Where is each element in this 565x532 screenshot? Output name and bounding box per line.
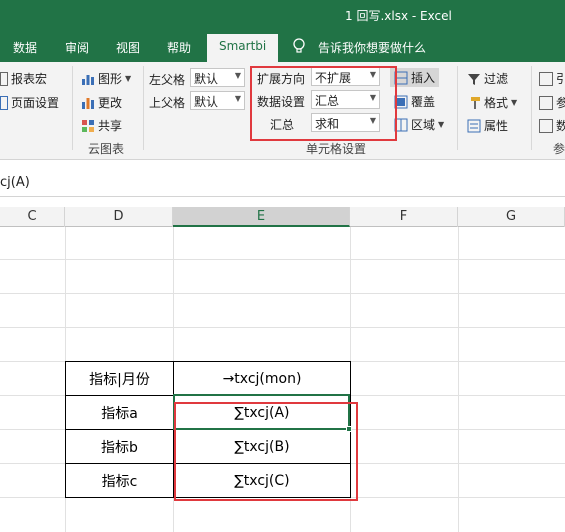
cell-row-label-b[interactable]: 指标b [65, 429, 174, 464]
ribbon-separator [72, 66, 73, 150]
grid-line [458, 227, 459, 532]
partial-icon [539, 71, 553, 86]
tab-help[interactable]: 帮助 [167, 39, 191, 56]
column-header-e[interactable]: E [173, 207, 350, 227]
cells-highlight-annotation [174, 402, 358, 501]
left-parent-select[interactable]: 默认 ▼ [190, 68, 245, 87]
tab-smartbi[interactable]: Smartbi [207, 34, 279, 62]
partial-icon [539, 118, 553, 133]
tab-view[interactable]: 视图 [116, 39, 140, 56]
column-headers: C D E F G [0, 207, 565, 227]
share-button[interactable]: 共享 [81, 117, 122, 134]
tab-data[interactable]: 数据 [13, 39, 37, 56]
cell-settings-group-label: 单元格设置 [306, 142, 367, 156]
chart-icon [82, 74, 94, 85]
ribbon-separator [531, 66, 532, 150]
ribbon-tabs: 数据 审阅 视图 帮助 Smartbi 告诉我你想要做什么 [0, 31, 565, 62]
ribbon-separator [457, 66, 458, 150]
partial-right-button-1[interactable]: 引 [539, 70, 565, 87]
lightbulb-icon [293, 38, 305, 53]
filter-icon [468, 73, 480, 85]
chart-button[interactable]: 图形 ▼ [81, 70, 131, 87]
column-header-g[interactable]: G [458, 207, 565, 227]
title-bar: 1 回写.xlsx - Excel [0, 0, 565, 31]
format-painter-icon [471, 96, 480, 109]
chevron-down-icon: ▼ [511, 98, 518, 107]
window-title: 1 回写.xlsx - Excel [345, 9, 452, 23]
insert-button[interactable]: 插入 [390, 68, 440, 87]
report-macro-button[interactable]: 报表宏 [0, 70, 47, 87]
partial-right-button-3[interactable]: 数 [539, 117, 565, 134]
partial-right-button-2[interactable]: 参 [539, 94, 565, 111]
chevron-down-icon: ▼ [234, 71, 241, 80]
chevron-down-icon: ▼ [234, 94, 241, 103]
formula-text: cj(A) [0, 175, 30, 190]
ribbon-separator [143, 66, 144, 150]
chevron-down-icon: ▼ [125, 74, 132, 83]
column-header-c[interactable]: C [0, 207, 65, 227]
cloud-chart-group-label: 云图表 [88, 142, 125, 156]
format-button[interactable]: 格式 ▼ [467, 94, 517, 111]
attribute-button[interactable]: 属性 [467, 117, 508, 134]
column-header-f[interactable]: F [350, 207, 458, 227]
cell-row-label-c[interactable]: 指标c [65, 463, 174, 498]
top-parent-label: 上父格 [149, 96, 186, 110]
page-setup-icon [0, 95, 8, 110]
tell-me-search[interactable]: 告诉我你想要做什么 [318, 39, 426, 56]
grid-line [0, 327, 565, 328]
report-macro-icon [0, 71, 8, 86]
top-parent-select[interactable]: 默认 ▼ [190, 91, 245, 110]
tab-review[interactable]: 审阅 [65, 39, 89, 56]
overwrite-button[interactable]: 覆盖 [394, 93, 435, 110]
partial-icon [539, 95, 553, 110]
cell-header-formula[interactable]: →txcj(mon) [173, 361, 351, 396]
region-button[interactable]: 区域 ▼ [394, 116, 444, 133]
chevron-down-icon: ▼ [438, 120, 445, 129]
attribute-icon [467, 119, 481, 132]
partial-right-group-label: 参 [553, 142, 565, 156]
left-parent-label: 左父格 [149, 73, 186, 87]
change-chart-icon [82, 97, 94, 109]
filter-button[interactable]: 过滤 [467, 70, 508, 87]
grid-line [0, 259, 565, 260]
cell-row-label-a[interactable]: 指标a [65, 395, 174, 430]
cell-header-label[interactable]: 指标|月份 [65, 361, 174, 396]
page-setup-button[interactable]: 页面设置 [0, 94, 59, 111]
formula-bar[interactable]: cj(A) [0, 171, 565, 197]
change-button[interactable]: 更改 [81, 94, 122, 111]
grid-line [0, 293, 565, 294]
ribbon-highlight-annotation [250, 66, 397, 141]
share-icon [82, 119, 94, 132]
column-header-d[interactable]: D [65, 207, 173, 227]
